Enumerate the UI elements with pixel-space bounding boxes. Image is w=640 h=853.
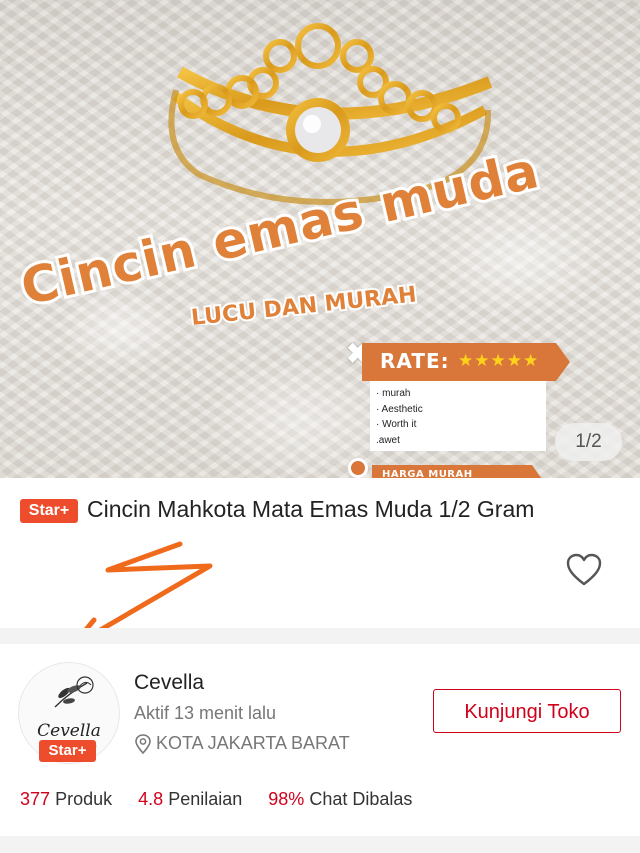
rate-card: RATE: ★★★★★ · murah · Aesthetic · Worth …	[362, 343, 570, 451]
stat-chat-label: Chat Dibalas	[309, 789, 413, 809]
shop-location-text: KOTA JAKARTA BARAT	[156, 733, 350, 753]
headline-text: Cincin emas muda	[16, 155, 545, 317]
rating-stars-icon: ★★★★★	[458, 351, 540, 370]
heart-icon[interactable]	[566, 553, 602, 587]
tag-dot-icon	[348, 458, 368, 478]
rate-point: · Worth it	[376, 419, 417, 430]
stat-products-label: Produk	[55, 789, 113, 809]
stat-chat-value: 98%	[268, 789, 305, 809]
subheadline-text: LUCU DAN MURAH	[190, 282, 418, 325]
stat-rating-label: Penilaian	[168, 789, 243, 809]
shop-star-plus-badge: Star+	[39, 740, 96, 762]
shop-name[interactable]: Cevella	[134, 671, 204, 695]
leaf-logo-icon	[54, 676, 94, 708]
logo-wordmark: Cevella	[37, 721, 101, 741]
product-title: Cincin Mahkota Mata Emas Muda 1/2 Gram	[87, 496, 535, 522]
section-divider-bottom	[0, 836, 640, 853]
location-pin-icon	[135, 733, 151, 754]
shop-active-status: Aktif 13 menit lalu	[134, 703, 277, 723]
visit-shop-button[interactable]: Kunjungi Toko	[433, 689, 621, 733]
headline-overlay: Cincin emas muda LUCU DAN MURAH	[14, 155, 547, 325]
section-divider	[0, 628, 640, 644]
star-plus-badge: Star+	[20, 499, 78, 523]
shop-info-section: Cevella Jewelry Collection Star+ Cevella…	[0, 644, 640, 836]
shop-stats: 377 Produk 4.8 Penilaian 98% Chat Dibala…	[20, 789, 412, 810]
shop-location: KOTA JAKARTA BARAT	[134, 733, 350, 754]
product-image[interactable]: Cincin emas muda LUCU DAN MURAH ✖ RATE: …	[0, 0, 640, 478]
rate-header: RATE: ★★★★★	[362, 343, 570, 381]
rate-point: · murah	[376, 388, 411, 399]
rate-point: .awet	[376, 434, 400, 446]
image-page-indicator: 1/2	[555, 423, 622, 461]
rate-label: RATE:	[380, 349, 450, 373]
rate-list: · murah · Aesthetic · Worth it .awet	[370, 381, 546, 451]
stat-products-value: 377	[20, 789, 51, 809]
rate-point: · Aesthetic	[376, 403, 423, 415]
stat-rating-value: 4.8	[138, 789, 164, 809]
